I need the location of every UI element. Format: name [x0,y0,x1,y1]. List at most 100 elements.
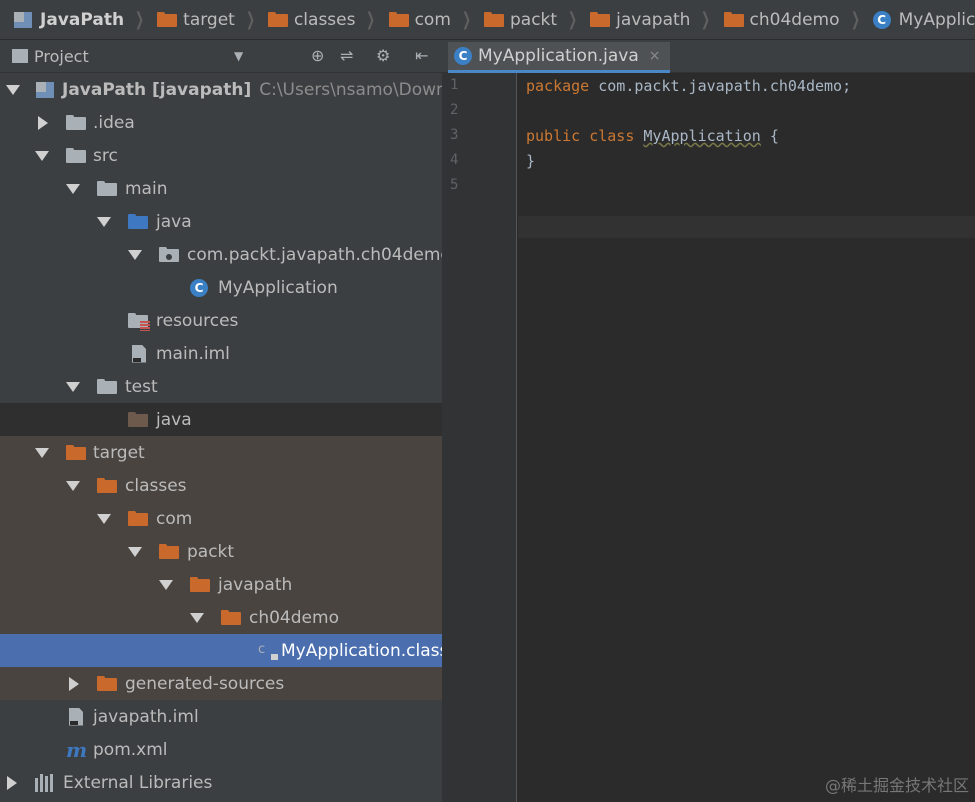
code-line-4: } [526,152,535,170]
folder-icon [66,445,86,460]
tree-item-label: .idea [93,112,135,133]
expand-arrow-icon[interactable] [97,513,111,524]
folder-icon [97,181,117,196]
tree-item-test-java[interactable]: java [0,403,442,436]
tree-item-myapplication-class[interactable]: c MyApplication.class [0,634,442,667]
breadcrumb-label: packt [509,9,558,30]
tree-item-label: MyApplication.class [281,640,442,661]
expand-arrow-icon[interactable] [35,150,49,161]
close-icon[interactable]: × [649,48,661,64]
expand-arrow-icon[interactable] [128,546,142,557]
project-view-selector[interactable]: Project [34,47,89,66]
tree-item-label: classes [125,475,187,496]
tree-item-project-root[interactable]: JavaPath [javapath] C:\Users\nsamo\Downlo… [0,73,442,106]
gear-icon[interactable]: ⚙ [376,46,390,65]
line-number: 2 [450,102,459,118]
folder-icon [97,379,117,394]
tree-item-main-iml[interactable]: main.iml [0,337,442,370]
open-brace: { [760,127,779,145]
breadcrumb-item-class-file[interactable]: C MyApplication.class [863,10,975,30]
folder-icon [128,412,148,427]
folder-icon [723,12,744,27]
class-file-icon: c [258,642,278,660]
tab-myapplication-java[interactable]: C MyApplication.java × [448,42,671,73]
tree-item-label: resources [156,310,239,331]
breadcrumb-item-javapath[interactable]: javapath [580,10,690,30]
collapse-arrow-icon[interactable] [69,676,79,691]
tree-item-javapath[interactable]: javapath [0,568,442,601]
collapse-arrow-icon[interactable] [38,115,48,130]
tree-item-generated-sources[interactable]: generated-sources [0,667,442,700]
expand-arrow-icon[interactable] [159,579,173,590]
folder-icon [128,511,148,526]
chevron-right-icon: ❯ [850,9,860,30]
expand-arrow-icon[interactable] [66,480,80,491]
breadcrumb-item-project[interactable]: JavaPath [0,10,124,30]
keyword-package: package [526,77,590,95]
breadcrumb-item-target[interactable]: target [147,10,235,30]
collapse-arrow-icon[interactable] [7,775,17,790]
project-icon [14,11,32,28]
close-brace: } [526,152,536,170]
code-line-3: public class MyApplication { [526,127,779,145]
tree-item-idea[interactable]: .idea [0,106,442,139]
breadcrumb-label: classes [293,9,356,30]
project-toolbar: Project ▼ ⊕ ⇌ ⚙ ⇤ [0,40,442,73]
tree-item-resources[interactable]: resources [0,304,442,337]
locate-target-icon[interactable]: ⊕ [311,46,324,65]
expand-arrow-icon[interactable] [35,447,49,458]
iml-file-icon [132,344,146,363]
hide-panel-icon[interactable]: ⇤ [415,46,428,65]
line-number-gutter: 1 2 3 4 5 [442,73,517,802]
chevron-right-icon: ❯ [568,9,578,30]
tree-item-ch04demo[interactable]: ch04demo [0,601,442,634]
breadcrumb-item-com[interactable]: com [379,10,451,30]
expand-arrow-icon[interactable] [97,216,111,227]
breadcrumb-label: MyApplication.class [898,9,975,30]
folder-icon [388,12,409,27]
tree-item-com[interactable]: com [0,502,442,535]
folder-icon [267,12,288,27]
folder-icon [66,115,86,130]
navigation-breadcrumb: JavaPath ❯ target ❯ classes ❯ com ❯ pack… [0,0,975,40]
folder-icon [66,148,86,163]
tree-item-label: JavaPath [javapath] [62,79,252,100]
tree-item-src[interactable]: src [0,139,442,172]
tree-item-classes[interactable]: classes [0,469,442,502]
tree-item-label: com [156,508,193,529]
breadcrumb-label: ch04demo [749,9,840,30]
class-icon: C [190,278,208,297]
breadcrumb-item-packt[interactable]: packt [474,10,557,30]
breadcrumb-item-ch04demo[interactable]: ch04demo [714,10,840,30]
expand-arrow-icon[interactable] [128,249,142,260]
expand-arrow-icon[interactable] [66,183,80,194]
tree-item-pom[interactable]: m pom.xml [0,733,442,766]
expand-arrow-icon[interactable] [66,381,80,392]
tree-item-test[interactable]: test [0,370,442,403]
tree-item-main[interactable]: main [0,172,442,205]
tree-item-label: packt [187,541,235,562]
tree-item-label: javapath [218,574,293,595]
breadcrumb-label: javapath [616,9,691,30]
tree-item-target[interactable]: target [0,436,442,469]
collapse-all-icon[interactable]: ⇌ [340,46,353,65]
tree-item-javapath-iml[interactable]: javapath.iml [0,700,442,733]
line-number: 1 [450,77,459,93]
project-tool-window: Project ▼ ⊕ ⇌ ⚙ ⇤ JavaPath [javapath] C:\… [0,40,442,802]
expand-arrow-icon[interactable] [190,612,204,623]
tree-item-packt[interactable]: packt [0,535,442,568]
dropdown-arrow-icon[interactable]: ▼ [234,49,243,63]
tree-item-package[interactable]: com.packt.javapath.ch04demo [0,238,442,271]
project-path: C:\Users\nsamo\Downloads [259,79,442,100]
keyword-public-class: public class [526,127,635,145]
tree-item-label: pom.xml [93,739,168,760]
tree-item-myapplication[interactable]: C MyApplication [0,271,442,304]
breadcrumb-item-classes[interactable]: classes [258,9,356,30]
tree-item-java-source[interactable]: java [0,205,442,238]
folder-icon [221,610,241,625]
class-icon: C [872,10,891,29]
tree-item-external-libraries[interactable]: External Libraries [0,766,442,799]
tree-item-label: java [156,211,192,232]
folder-icon [157,12,178,27]
expand-arrow-icon[interactable] [6,84,20,95]
